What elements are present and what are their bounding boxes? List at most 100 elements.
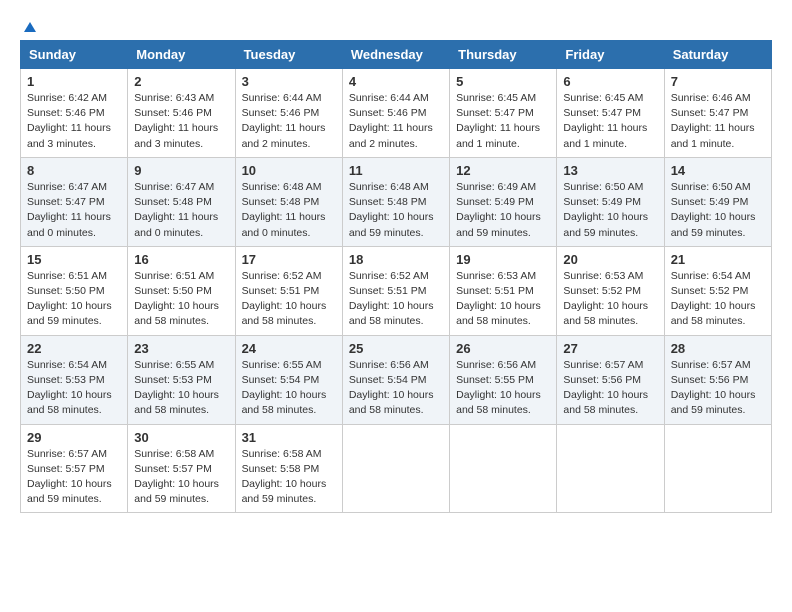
day-number: 21 [671, 252, 765, 267]
calendar-cell: 18 Sunrise: 6:52 AMSunset: 5:51 PMDayligh… [342, 246, 449, 335]
day-number: 30 [134, 430, 228, 445]
day-info: Sunrise: 6:53 AMSunset: 5:51 PMDaylight:… [456, 269, 550, 330]
calendar-cell: 30 Sunrise: 6:58 AMSunset: 5:57 PMDayligh… [128, 424, 235, 513]
calendar-cell: 13Sunrise: 6:50 AMSunset: 5:49 PMDayligh… [557, 157, 664, 246]
calendar-cell: 23 Sunrise: 6:55 AMSunset: 5:53 PMDayligh… [128, 335, 235, 424]
day-number: 23 [134, 341, 228, 356]
weekday-header-saturday: Saturday [664, 41, 771, 69]
calendar-cell: 15 Sunrise: 6:51 AMSunset: 5:50 PMDayligh… [21, 246, 128, 335]
logo-icon [22, 20, 38, 36]
day-number: 27 [563, 341, 657, 356]
day-number: 22 [27, 341, 121, 356]
day-info: Sunrise: 6:47 AMSunset: 5:48 PMDaylight:… [134, 180, 228, 241]
day-number: 12 [456, 163, 550, 178]
calendar-cell [450, 424, 557, 513]
day-number: 26 [456, 341, 550, 356]
day-number: 31 [242, 430, 336, 445]
day-number: 10 [242, 163, 336, 178]
calendar-cell: 2 Sunrise: 6:43 AMSunset: 5:46 PMDaylight… [128, 69, 235, 158]
day-info: Sunrise: 6:50 AMSunset: 5:49 PMDaylight:… [671, 180, 765, 241]
day-info: Sunrise: 6:57 AMSunset: 5:56 PMDaylight:… [563, 358, 657, 419]
calendar-cell: 4Sunrise: 6:44 AMSunset: 5:46 PMDaylight… [342, 69, 449, 158]
calendar-cell: 19Sunrise: 6:53 AMSunset: 5:51 PMDayligh… [450, 246, 557, 335]
calendar-cell: 1Sunrise: 6:42 AMSunset: 5:46 PMDaylight… [21, 69, 128, 158]
calendar-cell: 20 Sunrise: 6:53 AMSunset: 5:52 PMDayligh… [557, 246, 664, 335]
day-number: 28 [671, 341, 765, 356]
calendar-cell: 7 Sunrise: 6:46 AMSunset: 5:47 PMDaylight… [664, 69, 771, 158]
calendar-cell: 6Sunrise: 6:45 AMSunset: 5:47 PMDaylight… [557, 69, 664, 158]
calendar-cell: 10 Sunrise: 6:48 AMSunset: 5:48 PMDayligh… [235, 157, 342, 246]
day-number: 14 [671, 163, 765, 178]
day-info: Sunrise: 6:43 AMSunset: 5:46 PMDaylight:… [134, 91, 228, 152]
calendar-cell: 21 Sunrise: 6:54 AMSunset: 5:52 PMDayligh… [664, 246, 771, 335]
day-info: Sunrise: 6:49 AMSunset: 5:49 PMDaylight:… [456, 180, 550, 241]
day-info: Sunrise: 6:55 AMSunset: 5:53 PMDaylight:… [134, 358, 228, 419]
weekday-header-wednesday: Wednesday [342, 41, 449, 69]
day-info: Sunrise: 6:52 AMSunset: 5:51 PMDaylight:… [349, 269, 443, 330]
weekday-header-friday: Friday [557, 41, 664, 69]
calendar-cell: 17 Sunrise: 6:52 AMSunset: 5:51 PMDayligh… [235, 246, 342, 335]
calendar-cell: 14 Sunrise: 6:50 AMSunset: 5:49 PMDayligh… [664, 157, 771, 246]
calendar-cell: 31 Sunrise: 6:58 AMSunset: 5:58 PMDayligh… [235, 424, 342, 513]
day-number: 8 [27, 163, 121, 178]
day-number: 3 [242, 74, 336, 89]
day-number: 25 [349, 341, 443, 356]
day-number: 18 [349, 252, 443, 267]
day-number: 16 [134, 252, 228, 267]
day-number: 6 [563, 74, 657, 89]
day-info: Sunrise: 6:51 AMSunset: 5:50 PMDaylight:… [27, 269, 121, 330]
calendar-cell: 29 Sunrise: 6:57 AMSunset: 5:57 PMDayligh… [21, 424, 128, 513]
day-info: Sunrise: 6:58 AMSunset: 5:57 PMDaylight:… [134, 447, 228, 508]
weekday-header-monday: Monday [128, 41, 235, 69]
calendar-cell: 12 Sunrise: 6:49 AMSunset: 5:49 PMDayligh… [450, 157, 557, 246]
calendar-cell: 11Sunrise: 6:48 AMSunset: 5:48 PMDayligh… [342, 157, 449, 246]
weekday-header-sunday: Sunday [21, 41, 128, 69]
day-info: Sunrise: 6:52 AMSunset: 5:51 PMDaylight:… [242, 269, 336, 330]
day-info: Sunrise: 6:57 AMSunset: 5:57 PMDaylight:… [27, 447, 121, 508]
weekday-header-row: SundayMondayTuesdayWednesdayThursdayFrid… [21, 41, 772, 69]
calendar-cell [557, 424, 664, 513]
day-number: 17 [242, 252, 336, 267]
week-row-3: 15 Sunrise: 6:51 AMSunset: 5:50 PMDayligh… [21, 246, 772, 335]
day-number: 2 [134, 74, 228, 89]
day-number: 9 [134, 163, 228, 178]
day-info: Sunrise: 6:42 AMSunset: 5:46 PMDaylight:… [27, 91, 121, 152]
day-info: Sunrise: 6:48 AMSunset: 5:48 PMDaylight:… [242, 180, 336, 241]
day-info: Sunrise: 6:47 AMSunset: 5:47 PMDaylight:… [27, 180, 121, 241]
day-number: 20 [563, 252, 657, 267]
calendar-cell: 24Sunrise: 6:55 AMSunset: 5:54 PMDayligh… [235, 335, 342, 424]
day-info: Sunrise: 6:46 AMSunset: 5:47 PMDaylight:… [671, 91, 765, 152]
day-info: Sunrise: 6:57 AMSunset: 5:56 PMDaylight:… [671, 358, 765, 419]
weekday-header-tuesday: Tuesday [235, 41, 342, 69]
calendar-cell: 3Sunrise: 6:44 AMSunset: 5:46 PMDaylight… [235, 69, 342, 158]
day-info: Sunrise: 6:53 AMSunset: 5:52 PMDaylight:… [563, 269, 657, 330]
day-number: 13 [563, 163, 657, 178]
weekday-header-thursday: Thursday [450, 41, 557, 69]
calendar-cell [342, 424, 449, 513]
week-row-4: 22 Sunrise: 6:54 AMSunset: 5:53 PMDayligh… [21, 335, 772, 424]
week-row-5: 29 Sunrise: 6:57 AMSunset: 5:57 PMDayligh… [21, 424, 772, 513]
calendar-cell: 9 Sunrise: 6:47 AMSunset: 5:48 PMDaylight… [128, 157, 235, 246]
calendar-cell: 27 Sunrise: 6:57 AMSunset: 5:56 PMDayligh… [557, 335, 664, 424]
calendar-cell: 16 Sunrise: 6:51 AMSunset: 5:50 PMDayligh… [128, 246, 235, 335]
day-number: 29 [27, 430, 121, 445]
calendar-cell: 26 Sunrise: 6:56 AMSunset: 5:55 PMDayligh… [450, 335, 557, 424]
day-info: Sunrise: 6:44 AMSunset: 5:46 PMDaylight:… [349, 91, 443, 152]
day-number: 5 [456, 74, 550, 89]
calendar-cell: 22 Sunrise: 6:54 AMSunset: 5:53 PMDayligh… [21, 335, 128, 424]
day-number: 15 [27, 252, 121, 267]
calendar-table: SundayMondayTuesdayWednesdayThursdayFrid… [20, 40, 772, 513]
day-info: Sunrise: 6:54 AMSunset: 5:53 PMDaylight:… [27, 358, 121, 419]
day-info: Sunrise: 6:54 AMSunset: 5:52 PMDaylight:… [671, 269, 765, 330]
week-row-1: 1Sunrise: 6:42 AMSunset: 5:46 PMDaylight… [21, 69, 772, 158]
day-info: Sunrise: 6:56 AMSunset: 5:55 PMDaylight:… [456, 358, 550, 419]
day-info: Sunrise: 6:45 AMSunset: 5:47 PMDaylight:… [456, 91, 550, 152]
day-info: Sunrise: 6:51 AMSunset: 5:50 PMDaylight:… [134, 269, 228, 330]
week-row-2: 8 Sunrise: 6:47 AMSunset: 5:47 PMDaylight… [21, 157, 772, 246]
day-number: 7 [671, 74, 765, 89]
calendar-cell: 28 Sunrise: 6:57 AMSunset: 5:56 PMDayligh… [664, 335, 771, 424]
day-info: Sunrise: 6:58 AMSunset: 5:58 PMDaylight:… [242, 447, 336, 508]
calendar-cell: 8 Sunrise: 6:47 AMSunset: 5:47 PMDaylight… [21, 157, 128, 246]
day-number: 11 [349, 163, 443, 178]
logo [20, 20, 38, 30]
